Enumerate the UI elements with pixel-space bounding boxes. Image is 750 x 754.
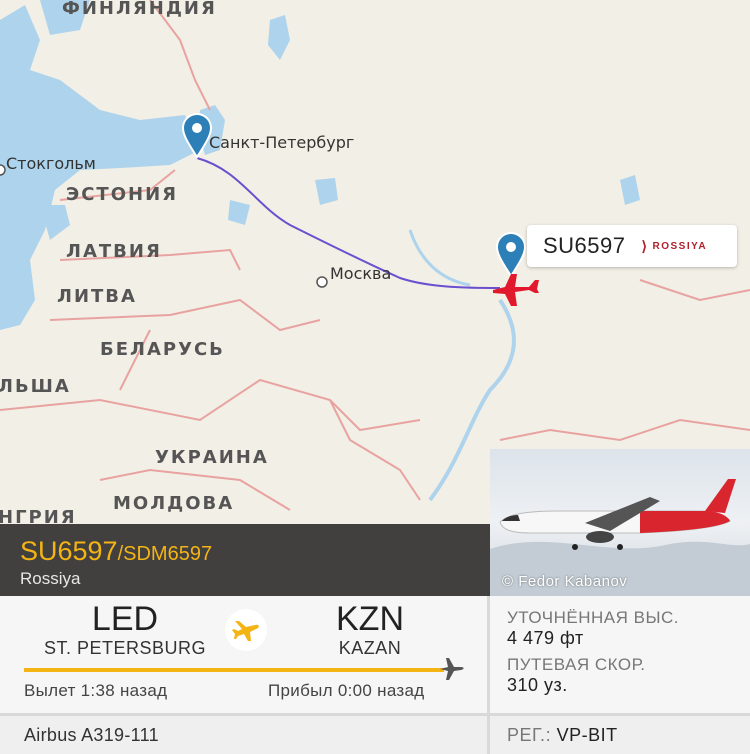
progress-plane-icon (440, 658, 464, 680)
destination-city: KAZAN (338, 638, 402, 658)
registration-label: РЕГ.: (507, 725, 552, 745)
aircraft-type: Airbus A319-111 (24, 725, 159, 745)
country-label-ukraine: УКРАИНА (155, 447, 269, 468)
origin-city: ST. PETERSBURG (43, 638, 207, 658)
route-plane-icon (225, 609, 267, 651)
speed-value: 310 уз. (507, 675, 568, 695)
flight-alt-code: /SDM6597 (117, 543, 213, 565)
speed-label: ПУТЕВАЯ СКОР. (507, 655, 646, 674)
country-label-latvia: ЛАТВИЯ (66, 241, 162, 262)
registration: РЕГ.: VP-BIT (507, 725, 618, 746)
stockholm-dot (0, 164, 6, 176)
airline-logo: ⟩ ROSSIYA (642, 238, 708, 255)
flight-callout[interactable]: SU6597 ⟩ ROSSIYA (527, 225, 737, 267)
airline-logo-text: ROSSIYA (652, 240, 708, 252)
altitude-label: УТОЧНЁННАЯ ВЫС. (507, 608, 680, 627)
city-label-spb: Санкт-Петербург (209, 133, 355, 152)
country-label-moldova: МОЛДОВА (113, 493, 235, 514)
flight-stats: УТОЧНЁННАЯ ВЫС. 4 479 фт ПУТЕВАЯ СКОР. 3… (490, 596, 750, 714)
horizontal-divider (0, 713, 750, 716)
country-label-finland: ФИНЛЯНДИЯ (62, 0, 217, 19)
photo-credit: © Fedor Kabanov (502, 573, 628, 590)
origin-iata: LED (91, 600, 159, 638)
country-label-poland: ЛЬША (0, 376, 71, 397)
departed-time: Вылет 1:38 назад (24, 681, 168, 700)
aircraft-photo[interactable]: © Fedor Kabanov (490, 449, 750, 596)
moscow-dot (316, 276, 328, 288)
city-label-moscow: Москва (330, 264, 392, 283)
destination-iata: KZN (336, 600, 404, 638)
city-label-stockholm: Стокгольм (6, 154, 96, 173)
country-label-lithuania: ЛИТВА (57, 286, 137, 307)
airline-name: Rossiya (20, 569, 81, 588)
country-label-belarus: БЕЛАРУСЬ (100, 339, 225, 360)
altitude-value: 4 479 фт (507, 628, 584, 648)
country-label-estonia: ЭСТОНИЯ (66, 184, 178, 205)
flight-code: SU6597 (20, 536, 118, 566)
arrived-time: Прибыл 0:00 назад (268, 681, 425, 700)
flight-info-strip[interactable]: SU6597/SDM6597 Rossiya (0, 524, 490, 596)
vertical-divider (487, 596, 490, 754)
callout-flight-number: SU6597 (543, 233, 626, 258)
registration-value: VP-BIT (556, 725, 618, 745)
rossiya-logo-icon: ⟩ (641, 237, 649, 254)
route-section: LED ST. PETERSBURG KZN KAZAN Вылет 1:38 … (0, 596, 487, 714)
flight-progress-bar (24, 668, 444, 672)
